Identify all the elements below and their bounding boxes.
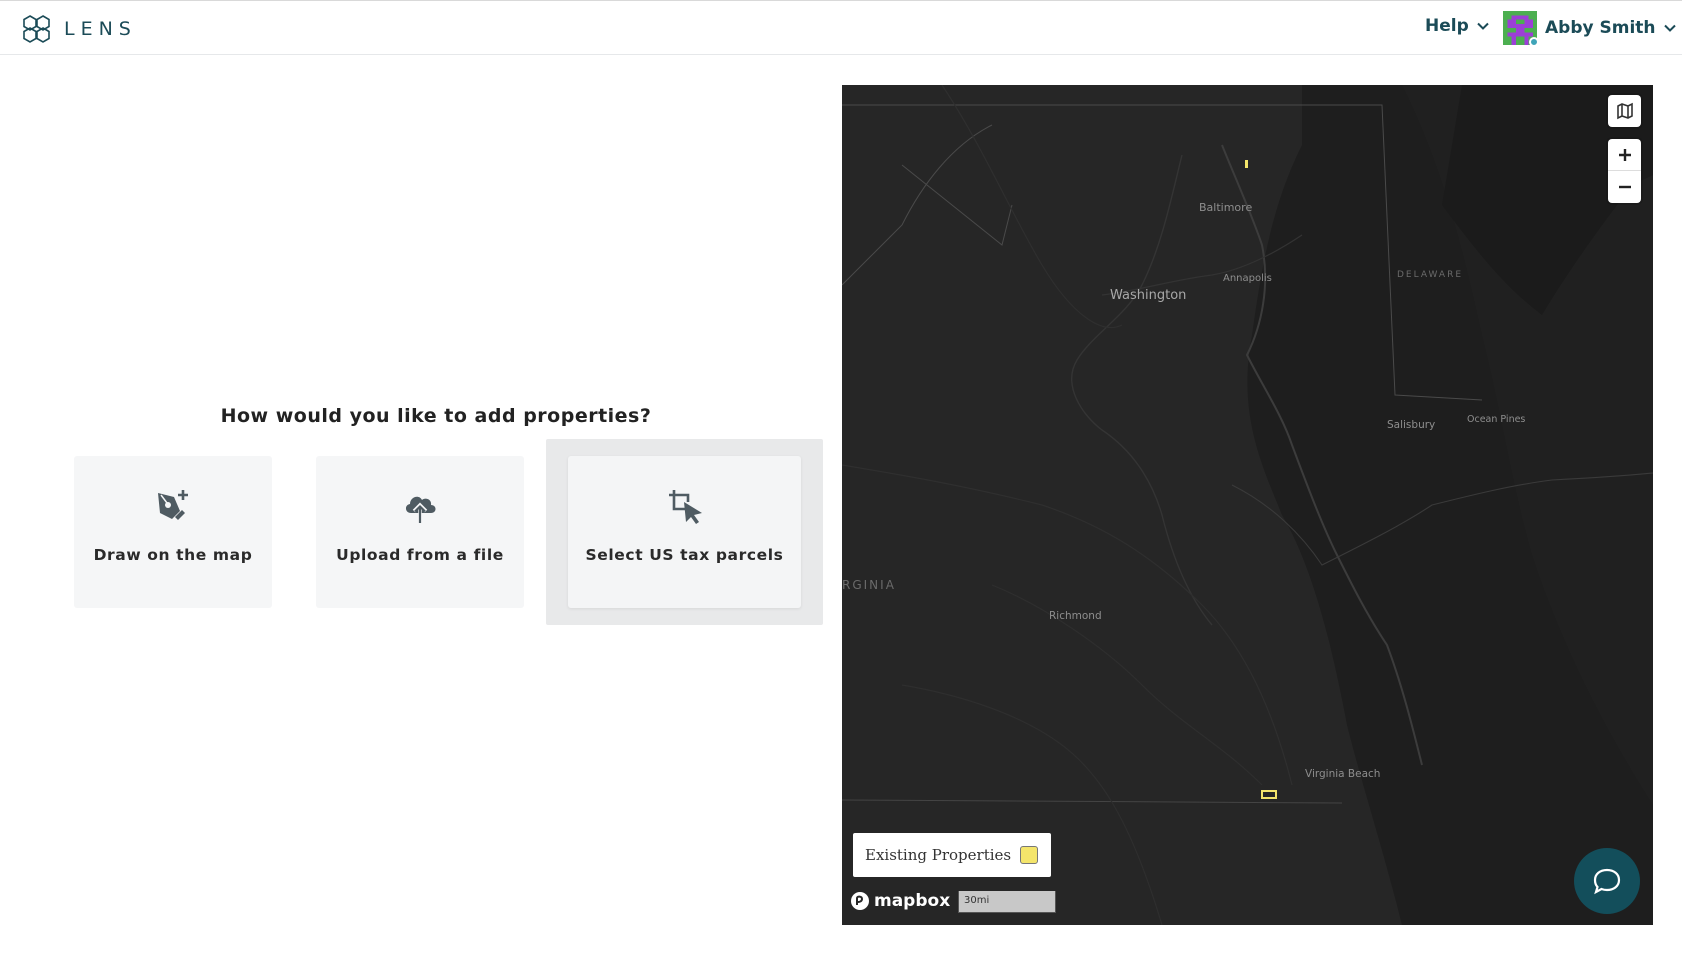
zoom-controls xyxy=(1608,139,1641,203)
mapbox-text: mapbox xyxy=(874,891,951,911)
upload-file-option[interactable]: Upload from a file xyxy=(316,456,524,608)
map-label-delaware: DELAWARE xyxy=(1397,270,1464,280)
chevron-down-icon xyxy=(1663,24,1676,32)
add-properties-question: How would you like to add properties? xyxy=(220,405,652,427)
chevron-down-icon xyxy=(1477,22,1489,30)
map-label-virginia: RGINIA xyxy=(842,578,896,592)
chat-support-button[interactable] xyxy=(1574,848,1640,914)
map-label-salisbury: Salisbury xyxy=(1387,419,1436,431)
avatar xyxy=(1503,11,1539,47)
option-label: Draw on the map xyxy=(93,546,253,564)
zoom-in-icon[interactable] xyxy=(1608,139,1641,171)
select-tax-parcels-option[interactable]: Select US tax parcels xyxy=(568,456,801,608)
map-label-baltimore: Baltimore xyxy=(1199,201,1253,214)
pen-plus-icon xyxy=(153,486,193,526)
chat-bubble-icon xyxy=(1593,868,1621,895)
option-label: Select US tax parcels xyxy=(585,546,784,564)
option-label: Upload from a file xyxy=(336,546,504,564)
map-legend: Existing Properties xyxy=(853,833,1051,877)
online-status-dot xyxy=(1529,37,1539,47)
map-label-richmond: Richmond xyxy=(1049,610,1102,622)
mapbox-icon xyxy=(851,892,869,910)
map-label-virginia-beach: Virginia Beach xyxy=(1305,768,1381,780)
crop-cursor-icon xyxy=(665,486,705,526)
map-label-annapolis: Annapolis xyxy=(1223,273,1272,284)
user-menu[interactable]: Abby Smith xyxy=(1503,11,1676,47)
user-name: Abby Smith xyxy=(1545,18,1656,38)
help-label: Help xyxy=(1425,16,1469,36)
help-menu[interactable]: Help xyxy=(1425,16,1489,36)
logo-text: LENS xyxy=(64,18,137,40)
top-nav-bar: LENS Help Abby Smith xyxy=(0,0,1682,55)
cloud-upload-icon xyxy=(400,486,440,526)
map-label-washington: Washington xyxy=(1110,288,1187,303)
legend-swatch xyxy=(1020,846,1038,864)
lens-logo[interactable]: LENS xyxy=(21,14,137,44)
map-scale: 30mi xyxy=(958,891,1056,913)
map-view[interactable]: Baltimore Washington Annapolis DELAWARE … xyxy=(842,85,1653,925)
hexagon-logo-icon xyxy=(23,15,50,43)
legend-label: Existing Properties xyxy=(865,846,1012,864)
map-style-control[interactable] xyxy=(1608,95,1641,127)
mapbox-attribution[interactable]: mapbox xyxy=(850,891,950,911)
draw-on-map-option[interactable]: Draw on the map xyxy=(74,456,272,608)
map-label-ocean-pines: Ocean Pines xyxy=(1467,414,1526,425)
zoom-out-icon[interactable] xyxy=(1608,171,1641,203)
map-style-icon[interactable] xyxy=(1608,95,1641,127)
